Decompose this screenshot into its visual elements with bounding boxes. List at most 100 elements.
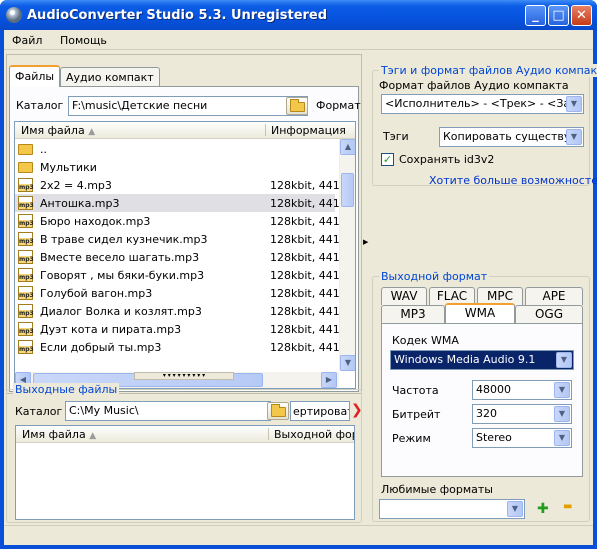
output-format-group: Выходной формат WAV FLAC MPC APE MP3 WMA… — [372, 270, 590, 522]
file-name: Голубой вагон.mp3 — [40, 287, 153, 300]
file-row[interactable]: mp3 Вместе весело шагать.mp3 128kbit, 4410 — [15, 248, 347, 266]
menu-file[interactable]: Файл — [12, 34, 42, 47]
catalog-path-field[interactable]: F:\music\Детские песни — [68, 96, 308, 116]
chevron-down-icon[interactable]: ▼ — [554, 430, 570, 446]
vertical-splitter-grip[interactable]: ▶ — [363, 238, 371, 254]
tab-ape[interactable]: APE — [525, 287, 583, 305]
status-bar — [4, 525, 593, 545]
output-catalog-label: Каталог — [15, 405, 63, 418]
tags-combo[interactable]: Копировать существую ▼ — [439, 127, 584, 147]
out-col-format-header[interactable]: Выходной фор. — [274, 428, 354, 441]
file-info: 128kbit, 4410 — [270, 251, 347, 264]
file-info: 128kbit, 4410 — [270, 215, 347, 228]
output-files-title: Выходные файлы — [13, 383, 120, 396]
file-info: 128kbit, 4410 — [270, 269, 347, 282]
file-info: 128kbit, 4410 — [270, 197, 347, 210]
file-row[interactable]: mp3 Если добрый ты.mp3 128kbit, 4410 — [15, 338, 347, 356]
codec-value: Windows Media Audio 9.1 — [394, 353, 536, 366]
tab-ogg[interactable]: OGG — [515, 305, 583, 323]
browse-folder-button[interactable] — [286, 97, 308, 115]
file-row[interactable]: mp3 Бюро находок.mp3 128kbit, 4410 — [15, 212, 347, 230]
file-row[interactable]: mp3 Диалог Волка и козлят.mp3 128kbit, 441… — [15, 302, 347, 320]
convert-arrow-icon[interactable]: ❯ — [351, 402, 363, 418]
menu-bar: Файл Помощь — [4, 30, 593, 50]
chevron-down-icon[interactable]: ▼ — [554, 406, 570, 422]
out-col-name-header[interactable]: Имя файла ▲ — [22, 428, 96, 441]
tab-audio-cd[interactable]: Аудио компакт — [60, 67, 160, 87]
mp3-file-icon: mp3 — [18, 178, 34, 192]
col-name-header[interactable]: Имя файла ▲ — [21, 124, 95, 137]
mode-combo[interactable]: Stereo ▼ — [472, 428, 572, 448]
output-format-title: Выходной формат — [379, 270, 490, 283]
file-name: Бюро находок.mp3 — [40, 215, 151, 228]
convert-button[interactable]: ертировать — [290, 401, 350, 421]
mp3-file-icon: mp3 — [18, 214, 34, 228]
maximize-button[interactable]: □ — [548, 5, 569, 26]
chevron-down-icon[interactable]: ▼ — [554, 382, 570, 398]
mp3-file-icon: mp3 — [18, 286, 34, 300]
bitrate-label: Битрейт — [392, 408, 441, 421]
file-row[interactable]: mp3 2x2 = 4.mp3 128kbit, 4410 — [15, 176, 347, 194]
folder-icon — [18, 144, 33, 155]
file-row[interactable]: mp3 Антошка.mp3 128kbit, 4410 — [15, 194, 347, 212]
bitrate-combo[interactable]: 320 ▼ — [472, 404, 572, 424]
mp3-file-icon: mp3 — [18, 196, 34, 210]
file-row[interactable]: mp3 Говорят , мы бяки-буки.mp3 128kbit, 44… — [15, 266, 347, 284]
file-row[interactable]: mp3 В траве сидел кузнечик.mp3 128kbit, 44… — [15, 230, 347, 248]
folder-icon — [18, 162, 33, 173]
file-name: Диалог Волка и козлят.mp3 — [40, 305, 202, 318]
scroll-right-icon[interactable]: ▶ — [321, 372, 337, 388]
window-title: AudioConverter Studio 5.3. Unregistered — [27, 8, 328, 23]
col-info-header[interactable]: Информация — [271, 124, 346, 137]
file-list-vscrollbar[interactable]: ▲ ▼ — [339, 139, 355, 371]
output-files-group: Выходные файлы Каталог C:\My Music\ ерти… — [6, 383, 363, 523]
more-features-link[interactable]: Хотите больше возможностей? — [429, 174, 597, 187]
scroll-up-icon[interactable]: ▲ — [340, 139, 355, 155]
freq-combo[interactable]: 48000 ▼ — [472, 380, 572, 400]
file-name: Вместе весело шагать.mp3 — [40, 251, 200, 264]
chevron-down-icon[interactable]: ▼ — [566, 96, 582, 112]
app-window: AudioConverter Studio 5.3. Unregistered … — [0, 0, 597, 549]
file-name: Мультики — [40, 161, 97, 174]
minimize-button[interactable]: _ — [525, 5, 546, 26]
freq-value: 48000 — [476, 383, 511, 396]
title-bar[interactable]: AudioConverter Studio 5.3. Unregistered … — [0, 0, 597, 30]
file-name: Дуэт кота и пирата.mp3 — [40, 323, 182, 336]
file-row[interactable]: mp3 Дуэт кота и пирата.mp3 128kbit, 4410 — [15, 320, 347, 338]
tab-wav[interactable]: WAV — [381, 287, 427, 305]
tab-mp3[interactable]: MP3 — [381, 305, 445, 323]
file-name: .. — [40, 143, 47, 156]
chevron-down-icon[interactable]: ▼ — [556, 352, 572, 368]
close-button[interactable]: ✕ — [571, 5, 592, 26]
vscroll-thumb[interactable] — [341, 173, 354, 207]
tab-wma[interactable]: WMA — [445, 303, 515, 323]
chevron-down-icon[interactable]: ▼ — [566, 129, 582, 145]
favorites-combo[interactable]: ▼ — [379, 499, 525, 519]
menu-help[interactable]: Помощь — [60, 34, 107, 47]
tab-files[interactable]: Файлы — [9, 65, 61, 87]
tags-group: Тэги и формат файлов Аудио компакта Форм… — [372, 64, 597, 187]
bitrate-value: 320 — [476, 407, 497, 420]
file-name: Говорят , мы бяки-буки.mp3 — [40, 269, 205, 282]
horizontal-splitter-grip[interactable]: ▾ ▾ ▾ ▾ ▾ ▾ ▾ ▾ ▾ — [134, 372, 234, 380]
scroll-down-icon[interactable]: ▼ — [340, 355, 355, 371]
app-cd-icon — [6, 7, 22, 23]
output-browse-button[interactable] — [267, 402, 289, 420]
keep-id3-checkbox[interactable]: ✓ — [381, 153, 394, 166]
add-favorite-icon[interactable]: ✚ — [537, 501, 549, 517]
file-row[interactable]: .. — [15, 140, 335, 158]
mp3-file-icon: mp3 — [18, 322, 34, 336]
favorites-label: Любимые форматы — [381, 483, 493, 496]
remove-favorite-icon[interactable]: ▬ — [563, 501, 572, 512]
client-area: Файл Помощь Файлы Аудио компакт Каталог … — [4, 30, 597, 545]
file-list-header: Имя файла ▲ Информация — [15, 122, 355, 139]
chevron-down-icon[interactable]: ▼ — [507, 501, 523, 517]
file-row[interactable]: mp3 Голубой вагон.mp3 128kbit, 4410 — [15, 284, 347, 302]
output-list: Имя файла ▲ Выходной фор. — [15, 425, 355, 520]
file-info: 128kbit, 4410 — [270, 341, 347, 354]
file-row[interactable]: Мультики — [15, 158, 335, 176]
mode-label: Режим — [392, 432, 431, 445]
codec-combo[interactable]: Windows Media Audio 9.1 ▼ — [390, 350, 574, 370]
output-path-field[interactable]: C:\My Music\ — [65, 401, 271, 421]
cd-format-combo[interactable]: <Исполнитель> - <Трек> - <Заголо ▼ — [381, 94, 584, 114]
